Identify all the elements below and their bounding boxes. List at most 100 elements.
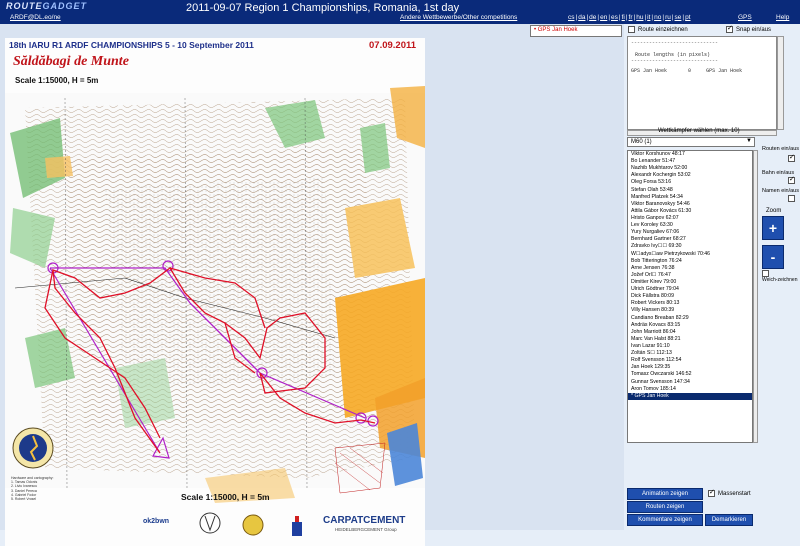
show-comments-button[interactable]: Kommentare zeigen [627,514,703,526]
runner-list-item[interactable]: Nazhib Mukhtarov 52:00 [628,165,752,172]
runners-header: Wettkämpfer wählen (max. 10) [658,128,740,134]
runner-list-item[interactable]: Gunnar Svensson 147:34 [628,379,752,386]
runner-list-item[interactable]: Arne Jensen 76:38 [628,265,752,272]
runner-list-item[interactable]: Villy Hansen 80:39 [628,307,752,314]
runner-list-item[interactable]: Candiano Breaban 82:29 [628,315,752,322]
runner-list-item[interactable]: Jan Hoek 129:35 [628,364,752,371]
weichzeichnen-label: Weich-zeichnen [762,277,798,283]
runner-list-item[interactable]: Bob Titterington 76:24 [628,258,752,265]
runner-list[interactable]: Viktor Korshunov 48:17 Bo Lenander 51:47 N… [627,150,753,443]
runner-list-item[interactable]: Zoltán S☐ 112:13 [628,350,752,357]
language-links: cs|da|de|en|es|fi|fr|hu|it|no|ru|se|pt [568,14,692,21]
language-link-cs[interactable]: cs [568,14,575,21]
championship-title: 18th IARU R1 ARDF CHAMPIONSHIPS 5 - 10 S… [9,40,254,50]
runner-list-item[interactable]: Rolf Svensson 112:54 [628,357,752,364]
runner-list-item[interactable]: Dimitier Kirev 79:00 [628,279,752,286]
language-separator: | [597,14,600,21]
snap-toggle[interactable]: Snap ein/aus [726,24,771,33]
bahn-checkbox[interactable] [788,175,795,184]
runner-list-item[interactable]: Ulrich Gödtner 79:04 [628,286,752,293]
language-link-pt[interactable]: pt [685,14,690,21]
language-link-es[interactable]: es [611,14,618,21]
map-canvas[interactable] [5,38,425,546]
route-draw-toggle[interactable]: Route einzeichnen [628,26,688,33]
zoom-out-button[interactable]: - [762,245,784,269]
unmark-button[interactable]: Demarkieren [705,514,753,526]
runner-list-item[interactable]: Lev Koroley 63:30 [628,222,752,229]
zoom-label: Zoom [766,208,782,214]
sponsor-carpatcement: CARPATCEMENT [323,515,406,526]
language-link-se[interactable]: se [675,14,682,21]
language-link-ru[interactable]: ru [665,14,671,21]
route-lengths-box: ----------------------------- Route leng… [627,36,777,130]
route-lengths-row: GPS Jan Hoek 0 GPS Jan Hoek [631,68,743,74]
routes-toggle-label: Routen ein/aus [762,146,799,152]
ardf-link[interactable]: ARDF@DL.eo/ne [10,14,61,21]
runner-list-item[interactable]: Alexandr Kochergin 53:02 [628,172,752,179]
language-separator: | [651,14,654,21]
language-link-fr[interactable]: fr [629,14,633,21]
runner-list-item[interactable]: Viktor Baranovskyy 54:46 [628,201,752,208]
snap-checkbox[interactable] [726,24,733,33]
runner-list-item[interactable]: Attila Gábor Kovács 61:30 [628,208,752,215]
language-separator: | [608,14,611,21]
runner-list-item[interactable]: Hristo Ganpov 62:07 [628,215,752,222]
map-date: 07.09.2011 [369,40,417,51]
other-competitions-link[interactable]: Andere Wettbewerbe/Other competitions [400,14,517,21]
weichzeichnen-checkbox[interactable] [762,270,769,277]
runner-list-scrollbar[interactable] [753,150,758,443]
language-link-en[interactable]: en [600,14,607,21]
language-separator: | [644,14,647,21]
runner-list-item[interactable]: Robert Vickers 80:13 [628,300,752,307]
gps-link[interactable]: GPS [738,14,752,21]
runner-list-item[interactable]: W☐adys☐aw Pietrzykowski 70:46 [628,251,752,258]
runner-list-item[interactable]: Jožef Orl☐ 76:47 [628,272,752,279]
route-draw-checkbox[interactable] [628,26,635,33]
animation-button[interactable]: Animation zeigen [627,488,703,500]
runner-list-item[interactable]: Bo Lenander 51:47 [628,158,752,165]
massstart-toggle[interactable]: Massenstart [708,488,751,497]
language-link-de[interactable]: de [589,14,596,21]
chevron-down-icon: ▼ [746,138,752,144]
language-separator: | [618,14,621,21]
language-separator: | [625,14,628,21]
massstart-checkbox[interactable] [708,488,715,497]
names-checkbox[interactable] [788,195,795,202]
runner-list-item[interactable]: Tomasz Owczarski 146:52 [628,371,752,378]
language-separator: | [682,14,685,21]
runner-list-item[interactable]: Andräs Kovacs 83:15 [628,322,752,329]
map-scale-bottom: Scale 1:15000, H = 5m [181,492,270,502]
selected-runner-box[interactable]: • GPS Jan Hoek [530,25,622,37]
runner-list-item[interactable]: Zdravko Ivy☐☐ 69:30 [628,243,752,250]
language-link-no[interactable]: no [654,14,661,21]
routegadget-logo: ROUTEGADGET [6,1,88,11]
runner-list-item[interactable]: Yury Nurgaliev 67:06 [628,229,752,236]
map-area[interactable]: • GPS Jan Hoek 18th IARU R1 ARDF CHAMPIO… [0,24,624,546]
language-separator: | [633,14,636,21]
routes-checkbox[interactable] [788,153,795,162]
runner-list-item[interactable]: * GPS Jan Hoek [628,392,752,400]
runner-list-item[interactable]: Stefan Olah 53:48 [628,187,752,194]
help-link[interactable]: Help [776,14,789,21]
runner-list-item[interactable]: Dick Fällstra 80:09 [628,293,752,300]
orienteering-map[interactable]: 18th IARU R1 ARDF CHAMPIONSHIPS 5 - 10 S… [5,38,425,546]
class-select[interactable]: M60 (1) ▼ [627,137,755,147]
runner-list-item[interactable]: Marc Van Halst 88:21 [628,336,752,343]
language-separator: | [662,14,665,21]
runner-list-item[interactable]: Viktor Korshunov 48:17 [628,151,752,158]
show-routes-button[interactable]: Routen zeigen [627,501,703,513]
runner-list-item[interactable]: Aron Tomov 185:14 [628,386,752,393]
language-separator: | [575,14,578,21]
language-link-it[interactable]: it [647,14,650,21]
language-link-fi[interactable]: fi [622,14,625,21]
runner-list-item[interactable]: Bernhard Gartner 68:27 [628,236,752,243]
cartography-credits: Hardware and cartography: 1. Tamas Odonis… [11,476,53,501]
language-link-hu[interactable]: hu [636,14,643,21]
route-lengths-scrollbar-vertical[interactable] [777,36,784,130]
runner-list-item[interactable]: Ivan Lazar 91:10 [628,343,752,350]
runner-list-item[interactable]: John Marriott 86:04 [628,329,752,336]
runner-list-item[interactable]: Manfred Platzek 54:34 [628,194,752,201]
zoom-in-button[interactable]: + [762,216,784,240]
language-link-da[interactable]: da [578,14,585,21]
runner-list-item[interactable]: Oleg Forsa 53:16 [628,179,752,186]
